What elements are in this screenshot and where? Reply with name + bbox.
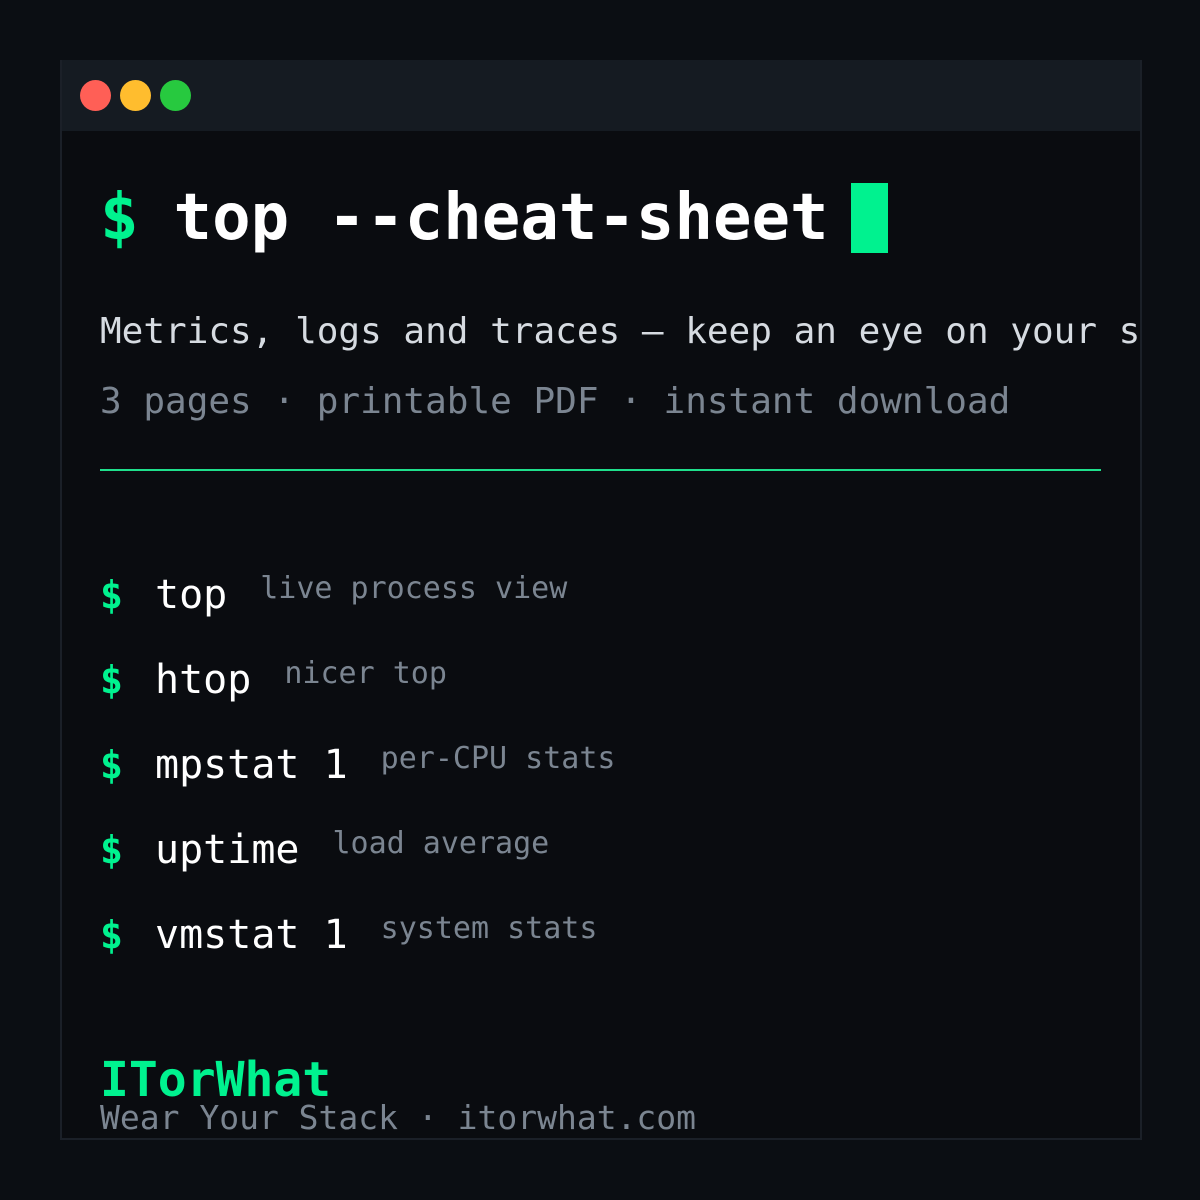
command-description: live process view [260,571,568,606]
close-button[interactable] [80,80,111,111]
command-row: $ mpstat 1 per-CPU stats [100,740,1100,825]
command-prompt: $ [100,828,123,872]
command-text: vmstat 1 [155,912,348,958]
command-row: $ top live process view [100,570,1100,655]
product-meta: 3 pages · printable PDF · instant downlo… [100,381,1011,422]
subtitle: Metrics, logs and traces — keep an eye o… [100,311,1141,352]
command-description: system stats [380,911,598,946]
command-list: $ top live process view $ htop nicer top… [100,570,1100,995]
command-prompt: $ [100,743,123,787]
command-description: per-CPU stats [380,741,616,776]
command-text: uptime [155,827,300,873]
page-title: $ top --cheat-sheet [100,178,888,258]
command-prompt: $ [100,913,123,957]
command-text: mpstat 1 [155,742,348,788]
command-row: $ htop nicer top [100,655,1100,740]
title-command: top --cheat-sheet [173,181,829,255]
command-prompt: $ [100,658,123,702]
title-bar [62,60,1140,131]
brand-tagline: Wear Your Stack · itorwhat.com [100,1098,697,1137]
command-row: $ uptime load average [100,825,1100,910]
title-prompt: $ [100,181,139,255]
command-text: htop [155,657,252,703]
command-description: load average [332,826,550,861]
command-prompt: $ [100,573,123,617]
maximize-button[interactable] [160,80,191,111]
divider [100,469,1101,471]
command-description: nicer top [284,656,447,691]
command-row: $ vmstat 1 system stats [100,910,1100,995]
terminal-window: $ top --cheat-sheet Metrics, logs and tr… [60,60,1142,1140]
command-text: top [155,572,228,618]
cursor-block [850,183,888,253]
minimize-button[interactable] [120,80,151,111]
